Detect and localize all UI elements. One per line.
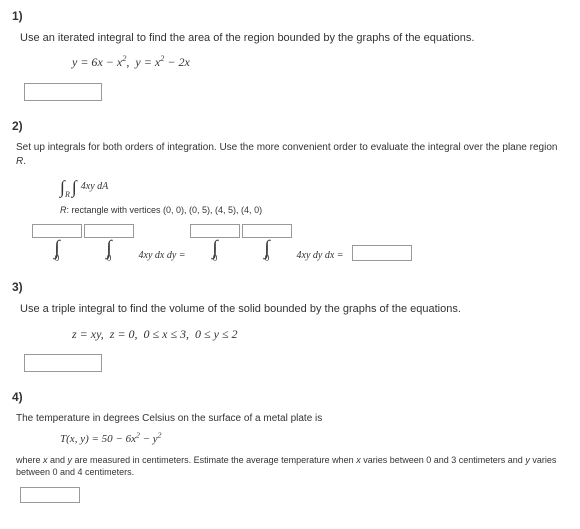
problem-statement: Set up integrals for both orders of inte… xyxy=(16,141,568,169)
region-description: R: rectangle with vertices (0, 0), (0, 5… xyxy=(60,204,568,217)
integral-inner-2: ∫ 0 xyxy=(242,224,292,263)
problem-1: 1) Use an iterated integral to find the … xyxy=(12,8,568,102)
equation: T(x, y) = 50 − 6x2 − y2 xyxy=(60,432,568,447)
problem-number: 1) xyxy=(12,8,568,25)
problem-3: 3) Use a triple integral to find the vol… xyxy=(12,279,568,373)
answer-input[interactable] xyxy=(352,245,412,261)
equation: y = 6x − x2, y = x2 − 2x xyxy=(72,54,568,71)
problem-number: 4) xyxy=(12,389,568,406)
problem-statement: Use an iterated integral to find the are… xyxy=(20,31,568,46)
integrand-text: 4xy dy dx = xyxy=(294,249,346,263)
answer-input[interactable] xyxy=(20,487,80,503)
upper-bound-input[interactable] xyxy=(190,224,240,238)
integral-setup-row: ∫ 0 ∫ 0 4xy dx dy = ∫ 0 ∫ 0 4xy dy dx = xyxy=(32,224,568,263)
problem-2: 2) Set up integrals for both orders of i… xyxy=(12,118,568,264)
upper-bound-input[interactable] xyxy=(84,224,134,238)
equation: z = xy, z = 0, 0 ≤ x ≤ 3, 0 ≤ y ≤ 2 xyxy=(72,326,568,343)
integrand-text: 4xy dx dy = xyxy=(136,249,188,263)
problem-note: where x and y are measured in centimeter… xyxy=(16,454,568,479)
problem-statement: Use a triple integral to find the volume… xyxy=(20,302,568,317)
problem-number: 3) xyxy=(12,279,568,296)
upper-bound-input[interactable] xyxy=(242,224,292,238)
integral-outer-2: ∫ 0 xyxy=(190,224,240,263)
problem-4: 4) The temperature in degrees Celsius on… xyxy=(12,389,568,504)
integral-inner-1: ∫ 0 xyxy=(84,224,134,263)
answer-input[interactable] xyxy=(24,83,102,101)
problem-statement: The temperature in degrees Celsius on th… xyxy=(16,412,568,426)
upper-bound-input[interactable] xyxy=(32,224,82,238)
double-integral: ∫R∫ 4xy dA xyxy=(60,175,568,200)
problem-number: 2) xyxy=(12,118,568,135)
answer-input[interactable] xyxy=(24,354,102,372)
integral-outer-1: ∫ 0 xyxy=(32,224,82,263)
